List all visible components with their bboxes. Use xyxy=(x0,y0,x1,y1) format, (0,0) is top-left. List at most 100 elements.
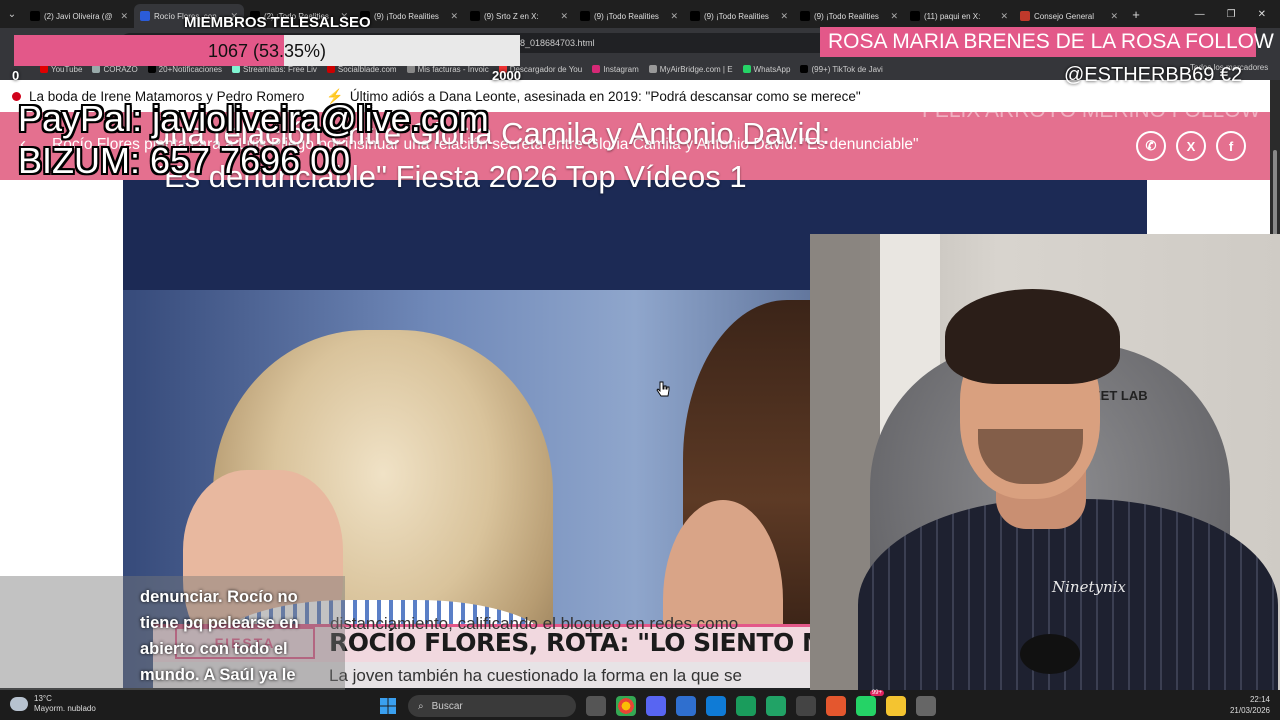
chrome-icon[interactable] xyxy=(616,696,636,716)
app2-icon[interactable] xyxy=(826,696,846,716)
mail-icon[interactable] xyxy=(676,696,696,716)
bookmark-item[interactable]: Instagram xyxy=(592,65,639,74)
donation-alert: @ESTHERBB69 €2 xyxy=(1064,64,1243,86)
browser-tab[interactable]: (11) paqui en X: ✕ xyxy=(904,4,1014,28)
goal-progress-value: 1067 (53.35%) xyxy=(207,41,327,61)
taskbar-search-placeholder: Buscar xyxy=(431,700,463,712)
follow-alert-banner-faded: FELIX ARROYO MERINO FOLLOW xyxy=(922,99,1261,122)
bookmark-favicon-icon xyxy=(742,65,751,73)
tab-search-button[interactable]: ⌄ xyxy=(0,0,24,28)
window-controls: — ❐ ✕ xyxy=(1195,9,1280,20)
facebook-icon[interactable]: f xyxy=(1216,131,1246,161)
x-icon xyxy=(470,11,480,21)
new-tab-button[interactable]: + xyxy=(1124,7,1148,22)
payment-info-overlay: PayPal: javioliveira@live.com BIZUM: 657… xyxy=(18,98,489,182)
tab-title: (9) ¡Todo Realities xyxy=(814,11,879,21)
browser-tab[interactable]: (2) Javi Oliveira (@ ✕ xyxy=(24,4,134,28)
notification-badge: 99+ xyxy=(869,690,884,696)
screen: ⌄ (2) Javi Oliveira (@ ✕ Rocío Flores, con… xyxy=(0,0,1280,720)
whatsapp-icon[interactable]: ✆ xyxy=(1136,131,1166,161)
bookmark-favicon-icon xyxy=(648,65,657,73)
cloud-icon xyxy=(10,697,28,711)
windows-taskbar: 13°C Mayorm. nublado ⌕ Buscar 99+ 22:14 … xyxy=(0,690,1280,720)
weather-desc: Mayorm. nublado xyxy=(34,704,96,713)
tab-title: (9) ¡Todo Realities xyxy=(374,11,439,21)
mouse-cursor-icon xyxy=(656,381,670,397)
close-tab-icon[interactable]: ✕ xyxy=(670,11,678,22)
browser-tab[interactable]: (9) ¡Todo Realities ✕ xyxy=(684,4,794,28)
bookmark-label: MyAirBridge.com | E xyxy=(659,64,733,74)
tab-title: (11) paqui en X: xyxy=(924,11,981,21)
tab-title: (9) ¡Todo Realities xyxy=(594,11,659,21)
bookmark-favicon-icon xyxy=(800,65,809,73)
close-tab-icon[interactable]: ✕ xyxy=(450,11,458,22)
system-clock[interactable]: 22:14 21/03/2026 xyxy=(1230,694,1270,716)
search-icon: ⌕ xyxy=(418,700,424,712)
site-icon xyxy=(1020,11,1030,21)
browser-tab[interactable]: Consejo General ✕ xyxy=(1014,4,1124,28)
bookmark-item[interactable]: (99+) TikTok de Javi xyxy=(800,64,883,74)
restore-icon[interactable]: ❐ xyxy=(1227,9,1236,20)
bookmark-item[interactable]: WhatsApp xyxy=(742,64,791,74)
x-icon[interactable]: X xyxy=(1176,131,1206,161)
streamer-webcam: EET LAB Ninetynix xyxy=(810,234,1280,690)
close-tab-icon[interactable]: ✕ xyxy=(1110,11,1118,22)
bookmark-label: (99+) TikTok de Javi xyxy=(811,64,883,74)
file-explorer-icon[interactable] xyxy=(886,696,906,716)
snipping-tool-icon[interactable] xyxy=(916,696,936,716)
bookmark-item[interactable]: MyAirBridge.com | E xyxy=(648,64,733,74)
sweater-brand: Ninetynix xyxy=(1052,578,1126,596)
browser-tab[interactable]: (9) Srto Z en X: ✕ xyxy=(464,4,574,28)
app-icon[interactable] xyxy=(736,696,756,716)
discord-icon[interactable] xyxy=(646,696,666,716)
excel-icon[interactable] xyxy=(766,696,786,716)
bookmark-label: WhatsApp xyxy=(753,64,791,74)
clock-time: 22:14 xyxy=(1249,695,1270,704)
edge-icon[interactable] xyxy=(706,696,726,716)
goal-min: 0 xyxy=(12,68,20,83)
goal-progress-bar: 1067 (53.35%) xyxy=(14,35,520,66)
clock-date: 21/03/2026 xyxy=(1229,706,1270,715)
bookmark-favicon-icon xyxy=(92,65,101,73)
goal-bar-label: MIEMBROS TELESALSEO xyxy=(184,14,371,31)
x-icon xyxy=(910,11,920,21)
windows-start-icon[interactable] xyxy=(378,696,398,716)
tab-title: (9) Srto Z en X: xyxy=(484,11,539,21)
streamer-hair xyxy=(945,289,1120,384)
site-icon xyxy=(140,11,150,21)
follow-alert-banner: ROSA MARIA BRENES DE LA ROSA FOLLOW xyxy=(820,27,1274,57)
bookmark-favicon-icon xyxy=(592,65,601,73)
close-tab-icon[interactable]: ✕ xyxy=(890,11,898,22)
close-window-icon[interactable]: ✕ xyxy=(1258,9,1266,20)
goal-max: 2000 xyxy=(492,68,521,83)
bookmark-favicon-icon xyxy=(147,65,156,73)
close-tab-icon[interactable]: ✕ xyxy=(560,11,568,22)
lower-third-line-1: La joven también ha cuestionado la forma… xyxy=(329,666,742,685)
bookmark-favicon-icon xyxy=(406,65,415,73)
weather-widget[interactable]: 13°C Mayorm. nublado xyxy=(10,694,96,714)
x-icon xyxy=(690,11,700,21)
minimize-icon[interactable]: — xyxy=(1195,9,1205,20)
close-tab-icon[interactable]: ✕ xyxy=(1000,11,1008,22)
microphone xyxy=(1020,634,1080,674)
taskbar-apps: ⌕ Buscar 99+ xyxy=(378,690,936,717)
taskbar-search-box[interactable]: ⌕ Buscar xyxy=(408,695,576,717)
weather-temp: 13°C xyxy=(34,694,52,703)
bizum-info: BIZUM: 657 7696 00 xyxy=(18,140,351,181)
whatsapp-taskbar-icon[interactable]: 99+ xyxy=(856,690,884,716)
bookmark-favicon-icon xyxy=(40,65,48,73)
bookmark-label: Instagram xyxy=(603,64,639,74)
x-icon xyxy=(580,11,590,21)
x-icon xyxy=(30,11,40,21)
task-view-icon[interactable] xyxy=(586,696,606,716)
lower-third-line-2: distanciamiento, calificando el bloqueo … xyxy=(330,614,739,633)
tab-title: (2) Javi Oliveira (@ xyxy=(44,11,113,21)
bookmark-favicon-icon xyxy=(232,65,241,73)
close-tab-icon[interactable]: ✕ xyxy=(780,11,788,22)
paypal-info: PayPal: javioliveira@live.com xyxy=(18,98,489,139)
browser-tab[interactable]: (9) ¡Todo Realities ✕ xyxy=(574,4,684,28)
obs-icon[interactable] xyxy=(796,696,816,716)
browser-tab[interactable]: (9) ¡Todo Realities ✕ xyxy=(794,4,904,28)
bookmark-favicon-icon xyxy=(326,65,335,73)
close-tab-icon[interactable]: ✕ xyxy=(120,11,128,22)
